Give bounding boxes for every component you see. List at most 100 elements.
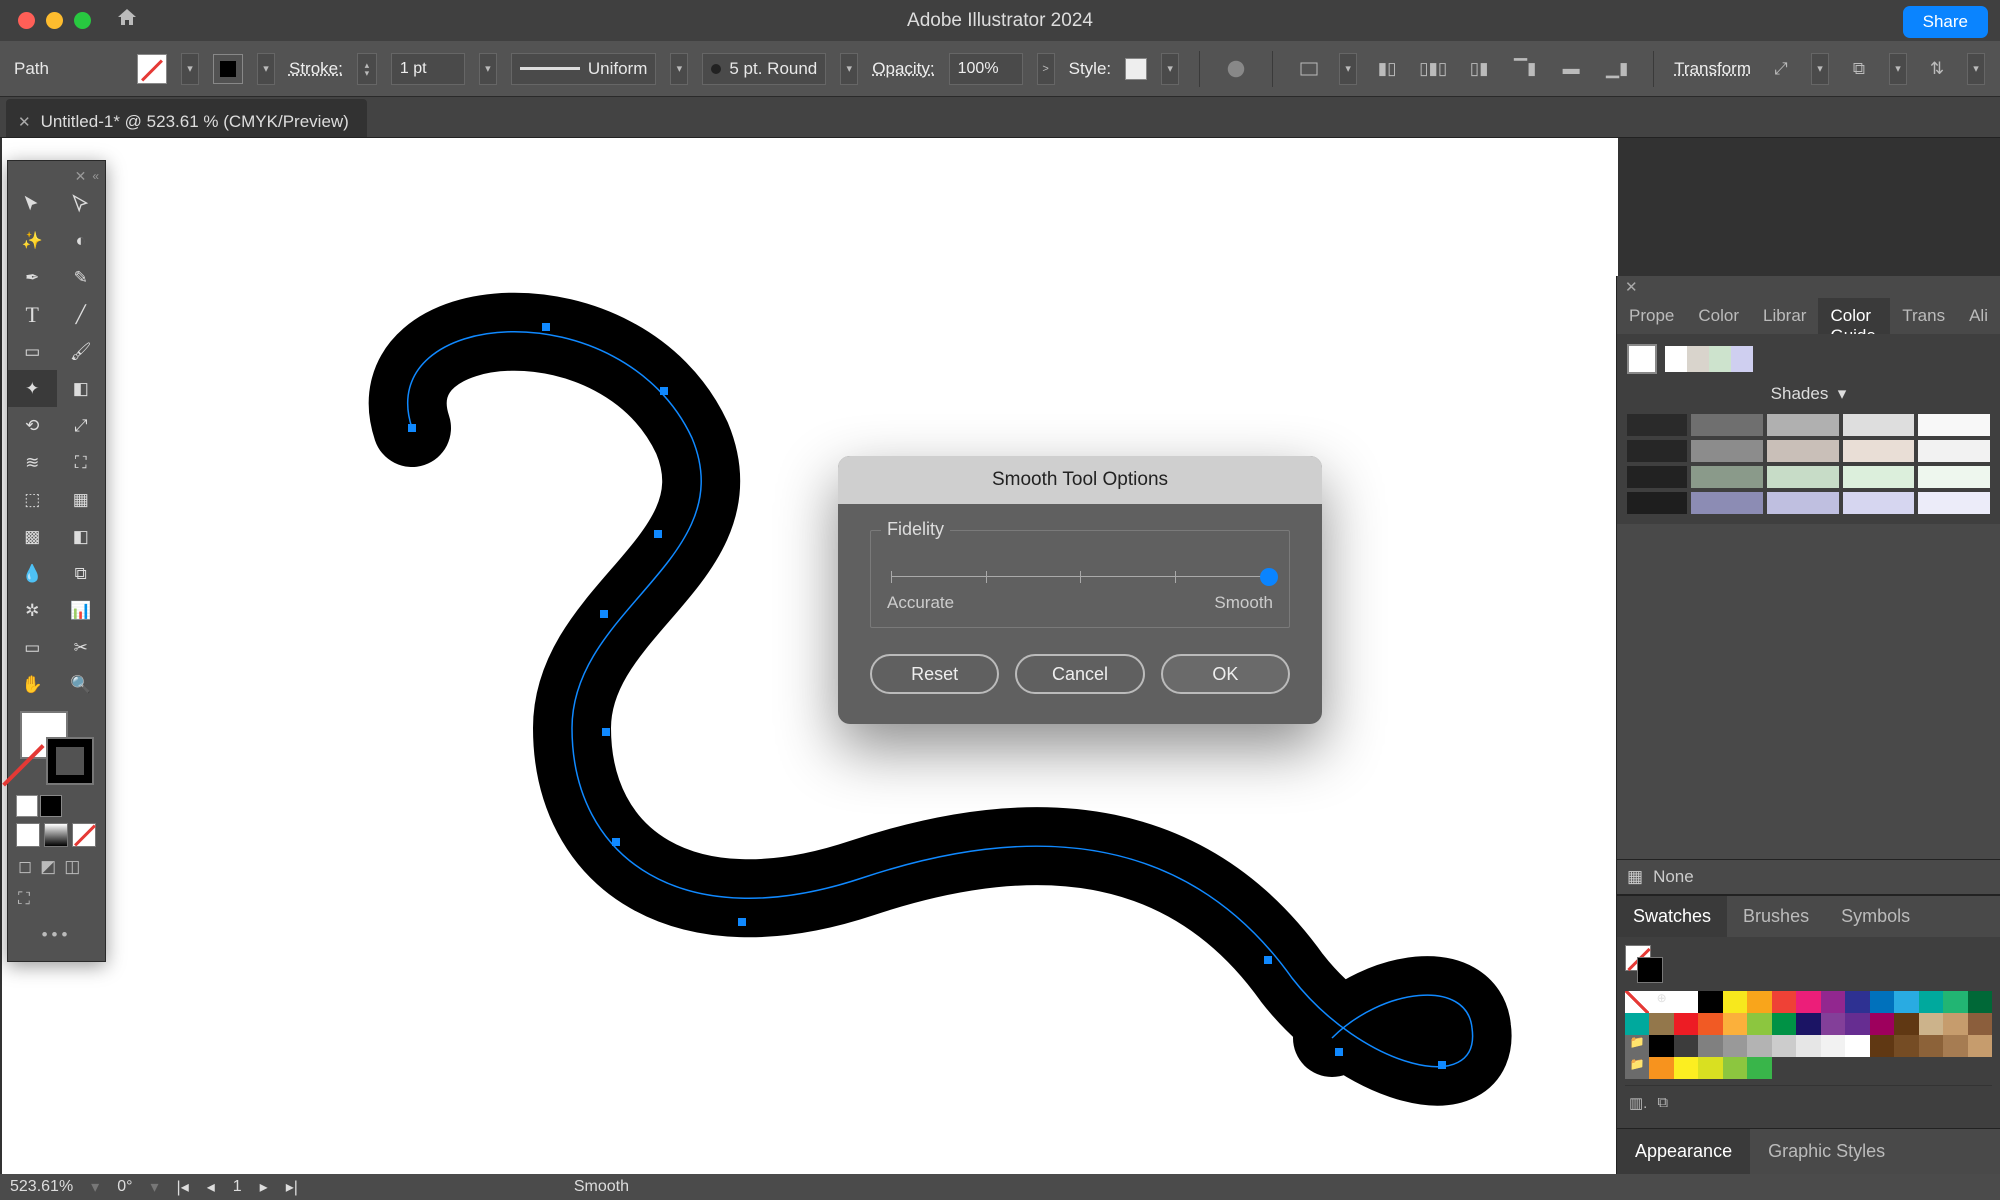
slider-thumb[interactable] (1260, 568, 1278, 586)
align-bottom-icon[interactable]: ▁▮ (1601, 53, 1633, 85)
none-mode-icon[interactable] (72, 823, 96, 847)
swatch-cell[interactable] (1625, 991, 1649, 1013)
slice-tool-icon[interactable]: ✂ (57, 629, 106, 666)
share-button[interactable]: Share (1903, 6, 1988, 38)
shade-cell[interactable] (1843, 440, 1915, 462)
gradient-tool-icon[interactable]: ◧ (57, 518, 106, 555)
align-to-dropdown-icon[interactable]: ▾ (1339, 53, 1357, 85)
graphic-style-swatch[interactable] (1125, 58, 1147, 80)
swatch-cell[interactable] (1943, 1013, 1967, 1035)
harmony-chips[interactable] (1665, 346, 1753, 372)
scale-tool-icon[interactable]: ⤢ (57, 407, 106, 444)
shade-cell[interactable] (1767, 492, 1839, 514)
magic-wand-tool-icon[interactable]: ✨ (8, 222, 57, 259)
swatch-cell[interactable] (1772, 1035, 1796, 1057)
shade-cell[interactable] (1918, 492, 1990, 514)
swatch-cell[interactable] (1870, 1057, 1894, 1079)
swatch-cell[interactable] (1723, 1035, 1747, 1057)
swatch-cell[interactable] (1821, 991, 1845, 1013)
arrange-icon[interactable]: ⇅ (1921, 53, 1953, 85)
opacity-label[interactable]: Opacity: (872, 59, 934, 79)
direct-selection-tool-icon[interactable] (57, 185, 106, 222)
screen-mode-icon[interactable]: ⛶ (18, 889, 30, 909)
perspective-grid-tool-icon[interactable]: ▦ (57, 481, 106, 518)
swatch-cell[interactable] (1943, 1035, 1967, 1057)
swatch-cell[interactable] (1796, 991, 1820, 1013)
shade-cell[interactable] (1843, 466, 1915, 488)
reset-button[interactable]: Reset (870, 654, 999, 694)
swatch-cell[interactable] (1796, 1057, 1820, 1079)
swatch-libraries-icon[interactable]: ▥. (1629, 1094, 1647, 1112)
artboard-nav-next-icon[interactable]: ▸ (260, 1177, 268, 1197)
swatch-cell[interactable] (1772, 1013, 1796, 1035)
rotate-view[interactable]: 0° (117, 1178, 132, 1196)
swatch-cell[interactable] (1821, 1013, 1845, 1035)
stroke-dropdown-icon[interactable]: ▾ (257, 53, 275, 85)
artboard-number[interactable]: 1 (233, 1178, 242, 1196)
shade-cell[interactable] (1627, 440, 1687, 462)
swatch-cell[interactable] (1698, 1057, 1722, 1079)
color-mode-icon[interactable] (16, 823, 40, 847)
swatch-options-icon[interactable]: ⧉ (1657, 1094, 1668, 1112)
align-top-icon[interactable]: ▔▮ (1509, 53, 1541, 85)
swatch-cell[interactable] (1796, 1035, 1820, 1057)
align-right-icon[interactable]: ▯▮ (1463, 53, 1495, 85)
swatch-cell[interactable] (1845, 991, 1869, 1013)
curvature-tool-icon[interactable]: ✎ (57, 259, 106, 296)
swatch-cell[interactable] (1919, 991, 1943, 1013)
shade-cell[interactable] (1691, 466, 1763, 488)
swatch-cell[interactable] (1649, 1057, 1673, 1079)
swatch-cell[interactable] (1747, 1013, 1771, 1035)
line-segment-tool-icon[interactable]: ╱ (57, 296, 106, 333)
shade-cell[interactable] (1767, 414, 1839, 436)
brush-dropdown-icon[interactable]: ▾ (840, 53, 858, 85)
artboard-nav-last-icon[interactable]: ▸| (286, 1177, 298, 1197)
swatch-cell[interactable] (1649, 1013, 1673, 1035)
draw-inside-icon[interactable]: ◫ (64, 857, 80, 877)
panel-tab-prope[interactable]: Prope (1617, 298, 1686, 334)
harmony-chip[interactable] (1687, 346, 1709, 372)
harmony-chip[interactable] (1709, 346, 1731, 372)
profile-dropdown-icon[interactable]: ▾ (670, 53, 688, 85)
tools-close-icon[interactable]: ✕ (75, 168, 87, 185)
swatch-cell[interactable] (1943, 991, 1967, 1013)
swatch-cell[interactable] (1772, 991, 1796, 1013)
shape-dropdown-icon[interactable]: ▾ (1889, 53, 1907, 85)
swatch-cell[interactable] (1845, 1035, 1869, 1057)
swatch-grid[interactable]: ⊕📁📁 (1625, 991, 1992, 1079)
swatch-cell[interactable] (1698, 1013, 1722, 1035)
zoom-tool-icon[interactable]: 🔍 (57, 666, 106, 703)
eyedropper-tool-icon[interactable]: 💧 (8, 555, 57, 592)
shape-builder-tool-icon[interactable]: ⬚ (8, 481, 57, 518)
align-to-selection-icon[interactable] (1293, 53, 1325, 85)
variable-width-profile[interactable]: Uniform (511, 53, 657, 85)
fill-stroke-control[interactable] (16, 709, 97, 787)
shade-cell[interactable] (1691, 440, 1763, 462)
swatch-cell[interactable] (1870, 1035, 1894, 1057)
paintbrush-tool-icon[interactable]: 🖌 (57, 333, 106, 370)
swatch-cell[interactable] (1968, 1035, 1992, 1057)
isolate-icon[interactable]: ⤢ (1765, 53, 1797, 85)
panel-tab-color[interactable]: Color (1686, 298, 1751, 334)
shade-cell[interactable] (1918, 440, 1990, 462)
swatch-cell[interactable] (1723, 1013, 1747, 1035)
close-window-icon[interactable] (18, 12, 35, 29)
swatches-fill-stroke[interactable] (1625, 945, 1665, 985)
swatch-cell[interactable]: 📁 (1625, 1057, 1649, 1079)
shade-cell[interactable] (1918, 466, 1990, 488)
panel-tab-trans[interactable]: Trans (1890, 298, 1957, 334)
draw-behind-icon[interactable]: ◩ (40, 857, 56, 877)
edit-toolbar-icon[interactable]: ••• (8, 915, 105, 955)
artboard-nav-first-icon[interactable]: |◂ (177, 1177, 189, 1197)
panel-tab-color guide[interactable]: Color Guide (1818, 298, 1890, 334)
swatch-cell[interactable] (1723, 1057, 1747, 1079)
fidelity-slider[interactable] (891, 569, 1269, 585)
shade-cell[interactable] (1627, 466, 1687, 488)
swatch-cell[interactable] (1674, 1035, 1698, 1057)
swatch-cell[interactable] (1698, 991, 1722, 1013)
swatch-cell[interactable] (1674, 991, 1698, 1013)
panel-close-icon[interactable]: ✕ (1617, 276, 2000, 298)
stroke-weight-dropdown-icon[interactable]: ▾ (479, 53, 497, 85)
shaper-tool-icon[interactable]: ✦ (8, 370, 57, 407)
close-tab-icon[interactable]: ✕ (18, 113, 31, 131)
